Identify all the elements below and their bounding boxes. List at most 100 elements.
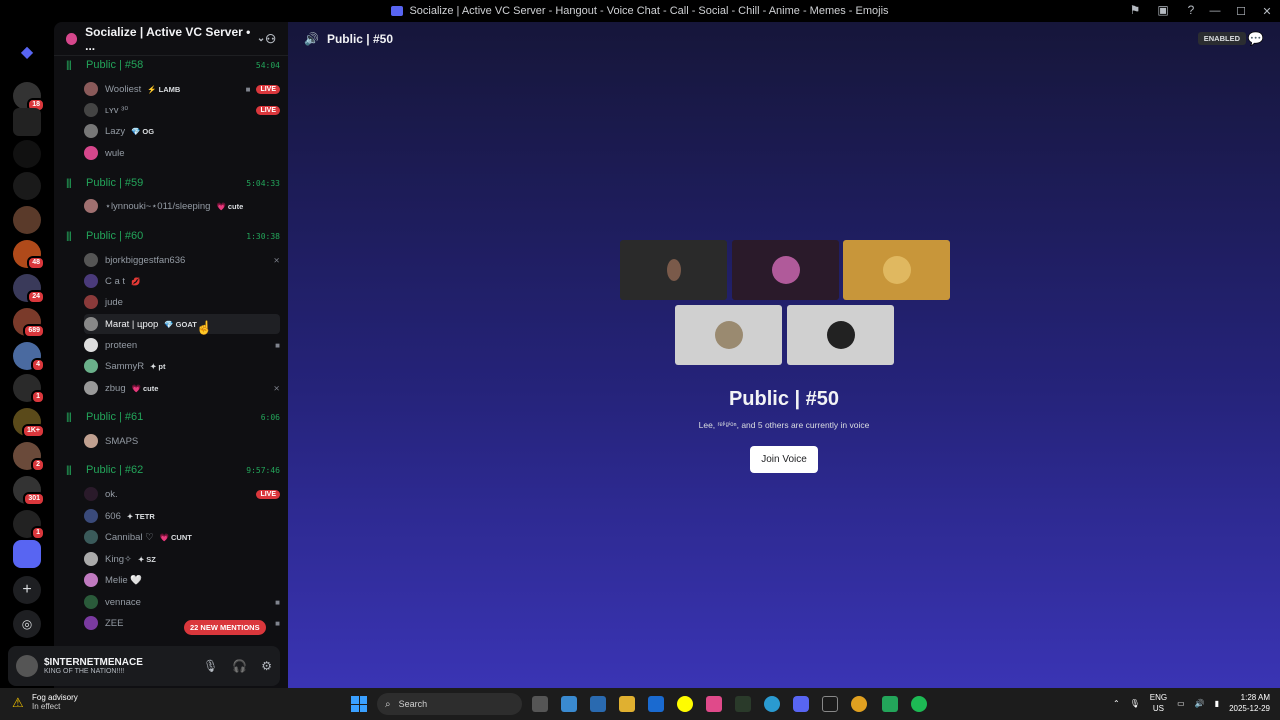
voice-channel[interactable]: ||| Public | #61 6:06 xyxy=(66,408,280,426)
user-name: bjorkbiggestfan636 xyxy=(105,254,186,266)
weather-widget[interactable]: ⚠ Fog advisory In effect xyxy=(12,693,78,711)
clock[interactable]: 1:28 AM 2025-12-29 xyxy=(1229,692,1270,714)
voice-user[interactable]: 606 ✦ TETR xyxy=(84,506,280,526)
discord-icon[interactable] xyxy=(793,696,809,712)
server-icon[interactable]: 2 xyxy=(13,442,45,472)
voice-user[interactable]: SammyR ✦ pt xyxy=(84,356,280,376)
server-icon[interactable] xyxy=(13,172,41,200)
participant-tile[interactable] xyxy=(732,240,839,300)
voice-user[interactable]: Melie 🤍 xyxy=(84,570,280,590)
voice-user[interactable]: SMAPS xyxy=(84,431,280,451)
new-mentions-button[interactable]: 22 NEW MENTIONS xyxy=(184,620,266,635)
participant-tile[interactable] xyxy=(787,305,894,365)
avatar xyxy=(84,573,98,587)
taskbar-search[interactable]: ⌕ Search xyxy=(377,693,522,715)
microphone-icon[interactable]: 🎙 xyxy=(203,659,218,673)
gear-icon[interactable]: ⚙ xyxy=(261,659,272,673)
server-icon[interactable] xyxy=(13,540,41,568)
voice-channel[interactable]: ||| Public | #60 1:30:38 xyxy=(66,227,280,245)
voice-user[interactable]: Wooliest ⚡ LAMB ■ LIVE xyxy=(84,79,280,99)
minimize-button[interactable]: — xyxy=(1202,5,1228,17)
avatar xyxy=(84,124,98,138)
snapchat-icon[interactable] xyxy=(677,696,693,712)
voice-user[interactable]: bjorkbiggestfan636 ⨯ xyxy=(84,250,280,270)
voice-user[interactable]: proteen ■ xyxy=(84,335,280,355)
participant-tile[interactable] xyxy=(675,305,782,365)
voice-user[interactable]: jude xyxy=(84,292,280,312)
file-explorer-icon[interactable] xyxy=(619,696,635,712)
server-icon[interactable]: 1 xyxy=(13,510,45,540)
join-voice-button[interactable]: Join Voice xyxy=(750,446,818,473)
voice-user[interactable]: Marat | црор 💎 GOAT xyxy=(84,314,280,334)
voice-user[interactable]: wule xyxy=(84,143,280,163)
server-icon[interactable]: 1 xyxy=(13,374,45,404)
voice-channel[interactable]: ||| Public | #62 9:57:46 xyxy=(66,461,280,479)
server-icon[interactable] xyxy=(13,140,41,168)
voice-channel-title: Public | #50 xyxy=(728,388,840,410)
user-name: King✧ xyxy=(105,553,132,565)
chrome-icon[interactable] xyxy=(851,696,867,712)
enabled-badge[interactable]: ENABLED xyxy=(1197,32,1246,45)
server-icon[interactable]: 1K+ xyxy=(13,408,45,438)
server-icon[interactable] xyxy=(13,206,41,234)
chat-icon[interactable]: 💬 xyxy=(1248,31,1264,47)
voice-user[interactable]: C a t 💋 xyxy=(84,271,280,291)
chevron-down-icon: ⌄ xyxy=(256,33,266,44)
voice-user[interactable]: King✧ ✦ SZ xyxy=(84,549,280,569)
language-indicator[interactable]: ENG US xyxy=(1150,692,1167,714)
invite-people-icon[interactable]: ⚇ xyxy=(265,32,276,46)
server-icon[interactable]: 689 xyxy=(13,308,45,338)
user-name: Wooliest xyxy=(105,83,142,95)
direct-messages-icon[interactable]: ◆ xyxy=(13,38,41,66)
server-icon[interactable]: 48 xyxy=(13,240,45,270)
razer-icon[interactable] xyxy=(735,696,751,712)
participant-tile[interactable] xyxy=(620,240,727,300)
server-icon[interactable] xyxy=(13,108,41,136)
voice-user[interactable]: zbug 💗 cute ⨯ xyxy=(84,378,280,398)
voice-channel[interactable]: ||| Public | #59 5:04:33 xyxy=(66,174,280,192)
app-icon[interactable] xyxy=(706,696,722,712)
app-icon[interactable] xyxy=(590,696,606,712)
server-header[interactable]: Socialize | Active VC Server • ... ⌄ ⚇ xyxy=(54,22,288,56)
voice-user[interactable]: ʟʏᴠ ³⁰ LIVE xyxy=(84,100,280,120)
server-icon[interactable]: 301 xyxy=(13,476,45,506)
app-icon[interactable] xyxy=(882,696,898,712)
channel-title: Public | #50 xyxy=(326,32,394,46)
add-server-icon[interactable]: + xyxy=(13,576,41,604)
help-icon[interactable]: ? xyxy=(1184,3,1198,17)
network-icon[interactable]: ▭ xyxy=(1177,699,1185,708)
headphones-icon[interactable]: 🎧 xyxy=(232,659,247,673)
screen-icon[interactable]: ▣ xyxy=(1156,3,1170,17)
search-placeholder: Search xyxy=(398,699,428,709)
discover-icon[interactable]: ◎ xyxy=(13,610,41,638)
copilot-icon[interactable] xyxy=(561,696,577,712)
task-view-icon[interactable] xyxy=(532,696,548,712)
voice-user[interactable]: vennace ■ xyxy=(84,592,280,612)
voice-user[interactable]: Cannibal ♡ 💗 CUNT xyxy=(84,527,280,547)
avatar[interactable] xyxy=(16,655,38,677)
app-icon[interactable] xyxy=(822,696,838,712)
user-name: wule xyxy=(105,147,125,159)
outlook-icon[interactable] xyxy=(648,696,664,712)
microphone-icon[interactable]: 🎙 xyxy=(1130,699,1140,708)
participant-tile[interactable] xyxy=(843,240,950,300)
voice-user[interactable]: Lazy 💎 OG xyxy=(84,121,280,141)
server-icon[interactable]: 4 xyxy=(13,342,45,372)
voice-channel[interactable]: ||| Public | #58 54:04 xyxy=(66,56,280,74)
edge-icon[interactable] xyxy=(764,696,780,712)
voice-user[interactable]: ok. LIVE xyxy=(84,484,280,504)
volume-icon[interactable]: 🔊 xyxy=(1195,699,1205,708)
voice-user[interactable]: ⋆lynnouki~⋆011/sleeping 💗 cute xyxy=(84,196,280,216)
server-icon[interactable]: 24 xyxy=(13,274,45,304)
close-button[interactable]: ✕ xyxy=(1254,5,1280,18)
user-tag: 💗 cute xyxy=(131,383,159,393)
maximize-button[interactable]: ☐ xyxy=(1228,5,1254,18)
windows-start-icon[interactable] xyxy=(351,696,367,712)
inbox-icon[interactable]: ⚑ xyxy=(1128,3,1142,17)
chevron-up-icon[interactable]: ⌃ xyxy=(1113,699,1120,708)
user-panel: $INTERNETMENACE KING OF THE NATION!!!! 🎙… xyxy=(8,646,280,686)
server-icon[interactable]: 18 xyxy=(13,82,45,112)
spotify-icon[interactable] xyxy=(911,696,927,712)
avatar xyxy=(84,616,98,630)
battery-icon[interactable]: ▮ xyxy=(1215,699,1219,708)
